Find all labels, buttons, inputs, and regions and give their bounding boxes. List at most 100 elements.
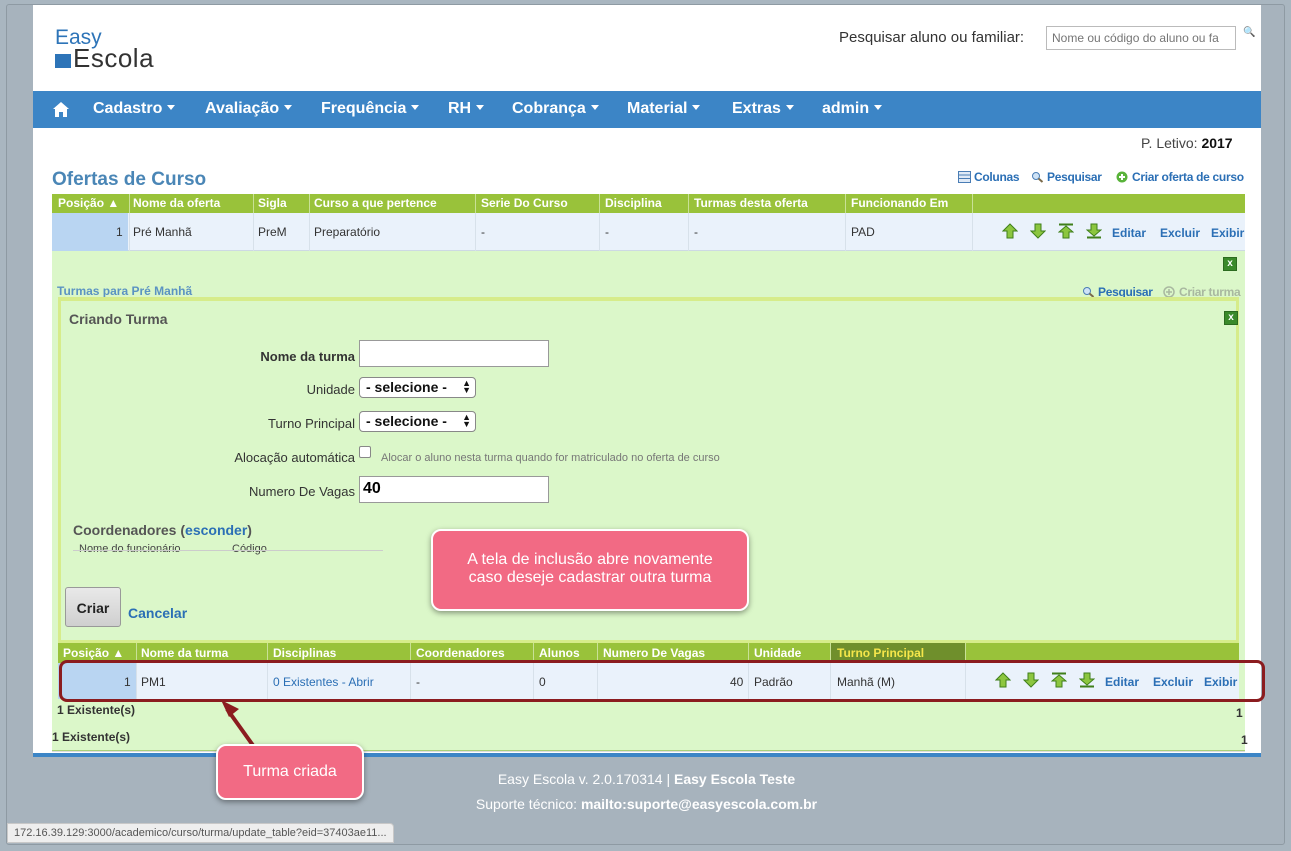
footer-support: Suporte técnico: mailto:suporte@easyesco… — [475, 796, 818, 812]
home-icon[interactable] — [53, 102, 69, 117]
col-serie[interactable]: Serie Do Curso — [481, 196, 568, 210]
nome-turma-label: Nome da turma — [260, 349, 355, 364]
coord-col-nome: Nome do funcionário — [79, 543, 181, 555]
vagas-label: Numero De Vagas — [249, 484, 355, 499]
row-disciplina: - — [605, 225, 609, 239]
row-sigla: PreM — [258, 225, 287, 239]
row-serie: - — [481, 225, 485, 239]
alocacao-hint: Alocar o aluno nesta turma quando for ma… — [381, 452, 720, 464]
col-alunos[interactable]: Alunos — [539, 646, 580, 660]
nav-frequencia[interactable]: Frequência — [321, 100, 420, 118]
chevron-down-icon — [874, 105, 883, 110]
info-callout: A tela de inclusão abre novamente caso d… — [431, 529, 749, 611]
columns-icon — [958, 171, 971, 183]
unidade-label: Unidade — [306, 382, 355, 397]
row-turmas: - — [694, 225, 698, 239]
periodo-letivo: P. Letivo: 2017 — [1141, 135, 1233, 151]
excluir-oferta-link[interactable]: Excluir — [1160, 226, 1200, 240]
search-icon[interactable]: 🔍 — [1243, 27, 1255, 38]
row-posicao: 1 — [116, 225, 123, 239]
form-title: Criando Turma — [69, 311, 168, 327]
ofertas-table-header: Posição ▲ Nome da oferta Sigla Curso a q… — [52, 194, 1245, 213]
coord-col-codigo: Código — [232, 543, 267, 555]
turmas-count: 1 Existente(s) — [57, 703, 136, 717]
move-bottom-icon[interactable] — [1086, 223, 1102, 239]
close-form-icon[interactable]: x — [1224, 311, 1238, 325]
exibir-oferta-link[interactable]: Exibir — [1211, 226, 1244, 240]
cancelar-link[interactable]: Cancelar — [128, 605, 187, 621]
alocacao-checkbox[interactable] — [359, 446, 371, 458]
chevron-down-icon — [411, 105, 420, 110]
turmas-title: Turmas para Pré Manhã — [57, 284, 193, 298]
col-posicao[interactable]: Posição ▲ — [58, 196, 119, 210]
nav-admin[interactable]: admin — [822, 100, 883, 118]
main-navbar: Cadastro Avaliação Frequência RH Cobranç… — [33, 91, 1261, 128]
esconder-link[interactable]: esconder — [185, 522, 247, 538]
col-disciplinas[interactable]: Disciplinas — [273, 646, 336, 660]
search-icon — [1032, 172, 1044, 183]
easy-escola-logo[interactable]: Easy Escola — [55, 27, 154, 71]
editar-oferta-link[interactable]: Editar — [1112, 226, 1146, 240]
chevron-down-icon — [785, 105, 794, 110]
move-top-icon[interactable] — [1058, 223, 1074, 239]
add-icon — [1116, 171, 1128, 183]
chevron-down-icon — [284, 105, 293, 110]
row-funcionando: PAD — [851, 225, 875, 239]
nav-avaliacao[interactable]: Avaliação — [205, 100, 293, 118]
nome-turma-input[interactable] — [359, 340, 549, 367]
pesquisar-button[interactable]: Pesquisar — [1031, 170, 1102, 184]
vagas-input[interactable]: 40 — [359, 476, 549, 503]
criar-oferta-button[interactable]: Criar oferta de curso — [1116, 170, 1244, 184]
search-label: Pesquisar aluno ou familiar: — [839, 29, 1025, 46]
chevron-down-icon — [590, 105, 599, 110]
col-posicao[interactable]: Posição ▲ — [63, 646, 124, 660]
close-panel-icon[interactable]: x — [1223, 257, 1237, 271]
criar-button[interactable]: Criar — [65, 587, 121, 627]
col-unidade[interactable]: Unidade — [754, 646, 801, 660]
row-curso: Preparatório — [314, 225, 381, 239]
col-funcionando[interactable]: Funcionando Em — [851, 196, 948, 210]
footer-version: Easy Escola v. 2.0.170314 | Easy Escola … — [497, 771, 796, 787]
col-turmas-oferta[interactable]: Turmas desta oferta — [694, 196, 808, 210]
col-turno[interactable]: Turno Principal — [837, 646, 924, 660]
nav-cobranca[interactable]: Cobrança — [512, 100, 599, 118]
browser-status-bar: 172.16.39.129:3000/academico/curso/turma… — [7, 823, 394, 843]
col-vagas[interactable]: Numero De Vagas — [603, 646, 705, 660]
nav-extras[interactable]: Extras — [732, 100, 794, 118]
support-email-link[interactable]: mailto:suporte@easyescola.com.br — [581, 796, 817, 812]
col-sigla[interactable]: Sigla — [258, 196, 287, 210]
logo-square-icon — [55, 54, 71, 68]
ofertas-page-number[interactable]: 1 — [1241, 733, 1248, 747]
row-nome-oferta: Pré Manhã — [133, 225, 192, 239]
chevron-down-icon — [167, 105, 176, 110]
student-search-input[interactable] — [1046, 26, 1236, 50]
new-row-highlight — [59, 660, 1265, 702]
table-row[interactable]: 1 Pré Manhã PreM Preparatório - - - PAD … — [52, 213, 1245, 251]
col-coordenadores[interactable]: Coordenadores — [416, 646, 505, 660]
sort-up-icon: ▲ — [107, 196, 120, 210]
screenshot-frame: Easy Escola Pesquisar aluno ou familiar:… — [0, 0, 1291, 851]
nav-material[interactable]: Material — [627, 100, 701, 118]
turno-principal-select[interactable]: - selecione - ▲ ▼ — [359, 411, 476, 432]
nav-rh[interactable]: RH — [448, 100, 485, 118]
sort-up-icon: ▲ — [112, 646, 125, 660]
turmas-page-number[interactable]: 1 — [1236, 706, 1243, 720]
turno-principal-label: Turno Principal — [268, 416, 355, 431]
coordenadores-title: Coordenadores (esconder) — [73, 522, 252, 538]
select-arrows-icon: ▲ ▼ — [462, 412, 471, 429]
move-up-icon[interactable] — [1002, 223, 1018, 239]
col-disciplina[interactable]: Disciplina — [605, 196, 662, 210]
page-title: Ofertas de Curso — [52, 169, 207, 190]
chevron-down-icon — [476, 105, 485, 110]
app-page: Easy Escola Pesquisar aluno ou familiar:… — [33, 5, 1261, 757]
move-down-icon[interactable] — [1030, 223, 1046, 239]
ofertas-count: 1 Existente(s) — [52, 730, 131, 744]
col-curso[interactable]: Curso a que pertence — [314, 196, 437, 210]
browser-window: Easy Escola Pesquisar aluno ou familiar:… — [6, 4, 1285, 845]
colunas-button[interactable]: Colunas — [958, 170, 1020, 184]
turma-criada-callout: Turma criada — [216, 744, 364, 800]
col-nome-oferta[interactable]: Nome da oferta — [133, 196, 220, 210]
col-nome-turma[interactable]: Nome da turma — [141, 646, 228, 660]
nav-cadastro[interactable]: Cadastro — [93, 100, 176, 118]
unidade-select[interactable]: - selecione - ▲ ▼ — [359, 377, 476, 398]
